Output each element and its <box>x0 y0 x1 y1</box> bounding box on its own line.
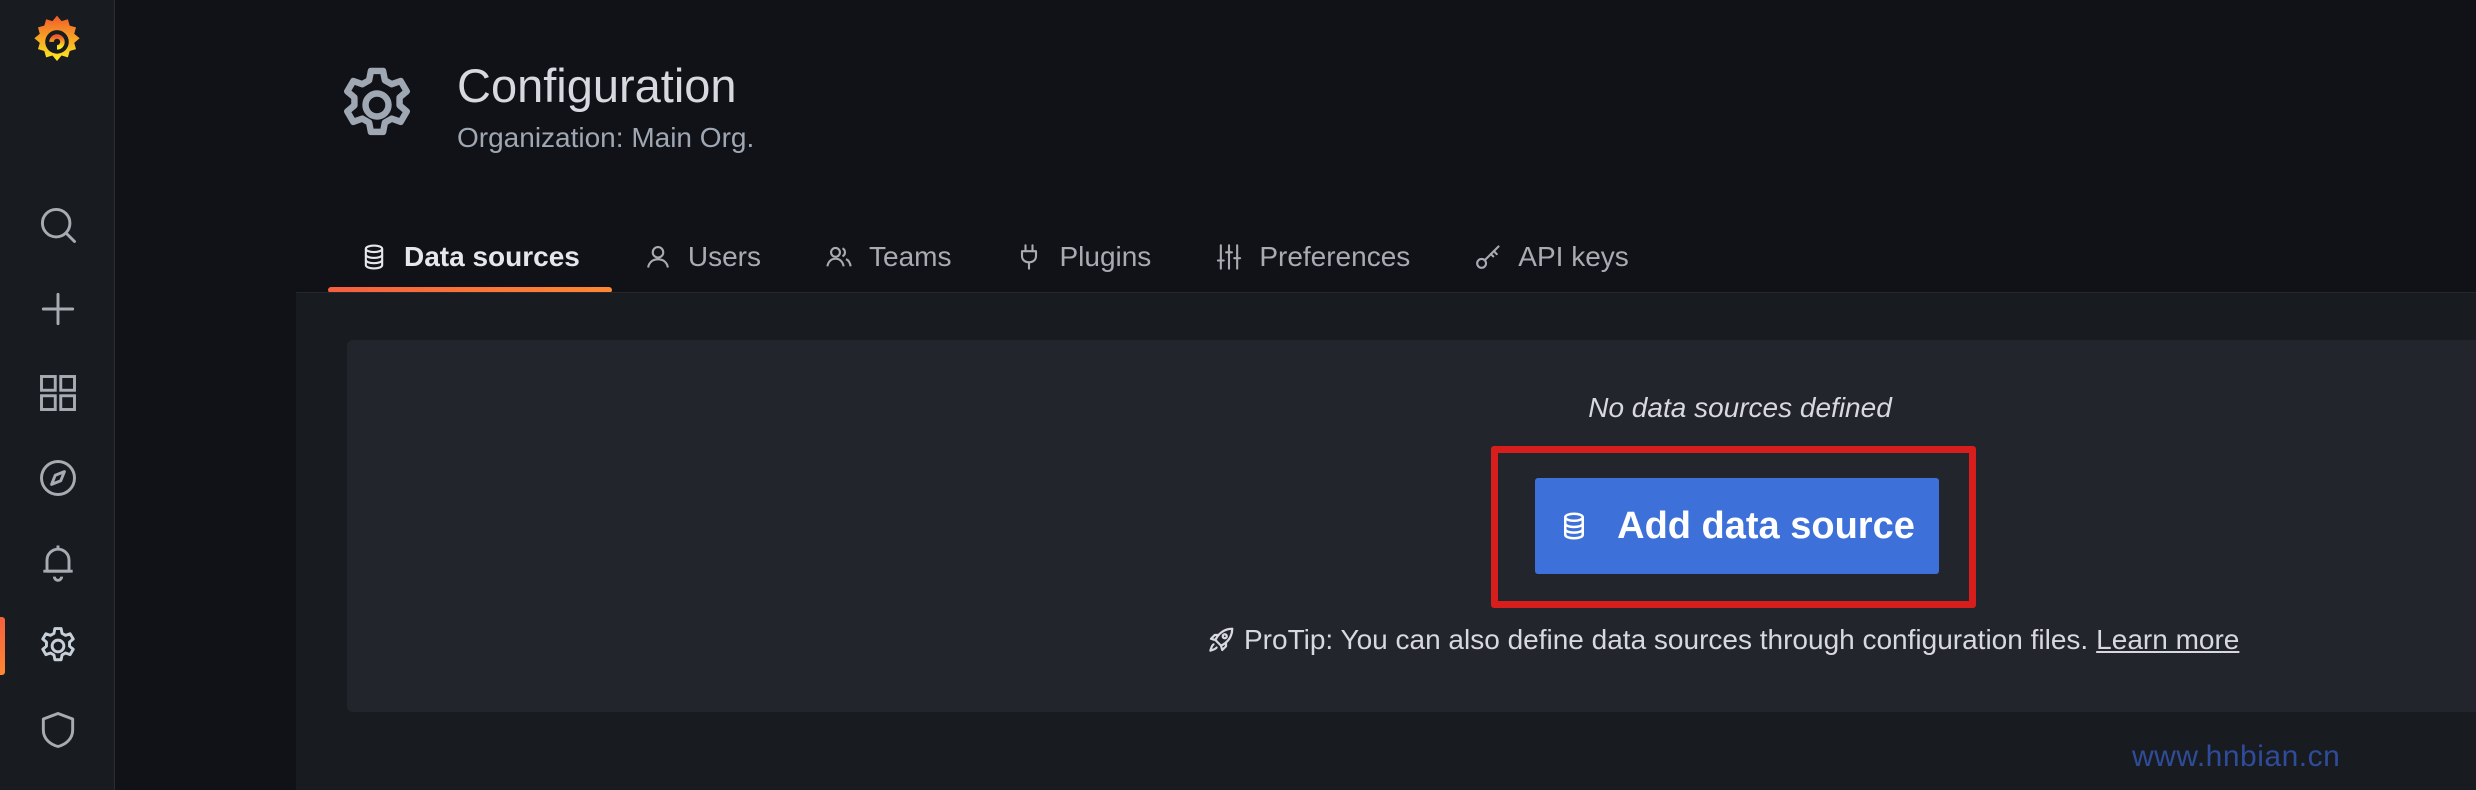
add-data-source-label: Add data source <box>1617 504 1915 547</box>
sliders-icon <box>1217 244 1242 270</box>
sidebar-item-configuration[interactable] <box>0 611 115 681</box>
tab-data-sources[interactable]: Data sources <box>328 225 612 293</box>
tab-teams[interactable]: Teams <box>793 225 983 289</box>
plus-icon <box>41 292 74 326</box>
bell-icon <box>42 545 73 582</box>
sidebar-item-server-admin[interactable] <box>0 695 115 765</box>
tab-label: Data sources <box>404 241 580 272</box>
users-icon <box>826 246 852 267</box>
shield-icon <box>41 712 74 748</box>
config-tabs: Data sources Users Teams Plugins Prefere… <box>328 222 1661 293</box>
add-data-source-button[interactable]: Add data source <box>1535 478 1939 574</box>
tab-api-keys[interactable]: API keys <box>1442 225 1660 289</box>
search-icon <box>40 207 76 243</box>
gear-icon <box>40 627 75 662</box>
tab-label: Preferences <box>1259 241 1411 272</box>
watermark: www.hnbian.cn <box>2132 740 2341 773</box>
tab-preferences[interactable]: Preferences <box>1183 225 1442 289</box>
configuration-gear-icon <box>344 67 410 136</box>
database-icon <box>364 244 384 270</box>
page-title: Configuration <box>457 59 737 112</box>
tab-label: Plugins <box>1059 241 1152 272</box>
learn-more-link[interactable]: Learn more <box>2096 624 2239 656</box>
database-icon <box>1564 512 1585 540</box>
compass-icon <box>39 460 76 496</box>
grafana-logo-icon[interactable] <box>28 12 86 70</box>
sidebar-item-alerting[interactable] <box>0 527 115 597</box>
tab-label: API keys <box>1518 241 1629 272</box>
tab-label: Teams <box>869 241 952 272</box>
tab-label: Users <box>687 241 761 272</box>
empty-list-title: No data sources defined <box>1588 392 1892 423</box>
sidebar-item-explore[interactable] <box>0 443 115 513</box>
protip: ProTip: You can also define data sources… <box>1206 624 2239 656</box>
tab-plugins[interactable]: Plugins <box>983 225 1183 289</box>
sidebar-item-dashboards[interactable] <box>0 358 115 428</box>
sidebar <box>0 0 115 790</box>
rocket-icon <box>1209 627 1234 652</box>
sidebar-item-search[interactable] <box>0 190 115 260</box>
key-icon <box>1476 245 1500 269</box>
protip-text: ProTip: You can also define data sources… <box>1244 624 2089 655</box>
sidebar-item-create[interactable] <box>0 274 115 344</box>
tab-users[interactable]: Users <box>612 225 793 289</box>
plug-icon <box>1021 244 1038 270</box>
dashboards-icon <box>39 375 76 411</box>
user-icon <box>646 246 669 268</box>
page-subtitle: Organization: Main Org. <box>457 122 755 153</box>
